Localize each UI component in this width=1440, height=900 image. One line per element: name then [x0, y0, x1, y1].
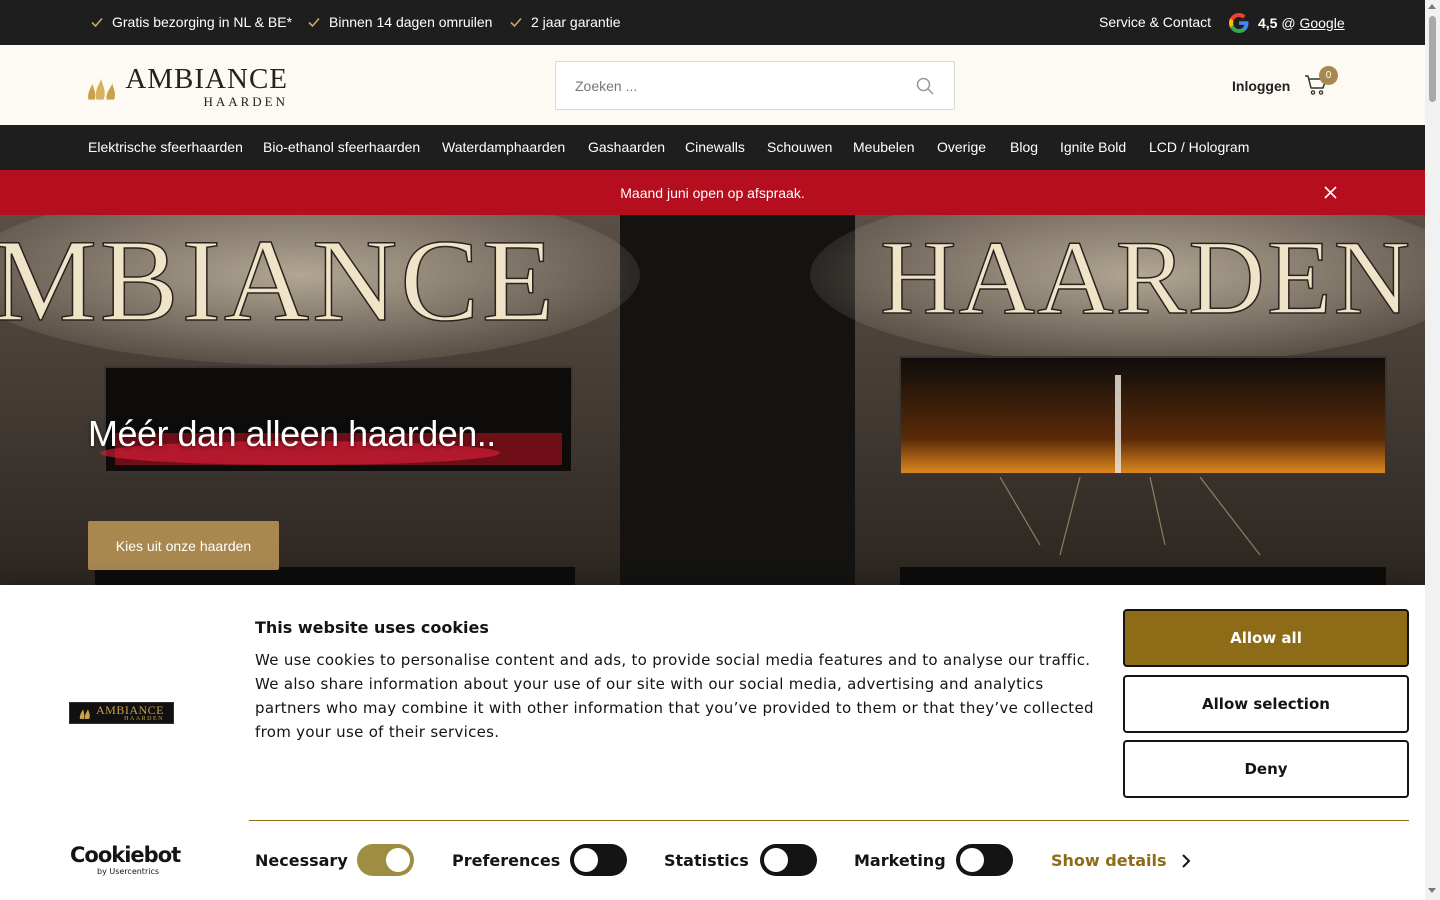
search-icon[interactable]	[916, 77, 934, 95]
cookie-title: This website uses cookies	[255, 618, 489, 637]
toggle-label-necessary: Necessary	[255, 851, 348, 870]
google-rating[interactable]: 4,5 @ Google	[1228, 12, 1345, 34]
chevron-right-icon	[1181, 853, 1190, 868]
nav-item-gashaarden[interactable]: Gashaarden	[588, 139, 665, 155]
nav-item-bio-ethanol-sfeerhaarden[interactable]: Bio-ethanol sfeerhaarden	[263, 139, 420, 155]
nav-item-blog[interactable]: Blog	[1010, 139, 1038, 155]
notice-bar: Maand juni open op afspraak.	[0, 170, 1425, 215]
site-logo[interactable]: AMBIANCE HAARDEN	[86, 62, 288, 109]
show-details-link[interactable]: Show details	[1051, 851, 1191, 870]
toggle-knob	[386, 848, 410, 872]
scroll-up-arrow[interactable]	[1428, 4, 1436, 9]
hero-banner: MBIANCE HAARDEN Méér dan alleen haarden.…	[0, 215, 1425, 585]
statistics-toggle[interactable]	[760, 844, 817, 876]
toggle-knob	[764, 848, 788, 872]
service-contact-link[interactable]: Service & Contact	[1099, 14, 1211, 30]
cookie-divider	[249, 820, 1409, 821]
toggle-label-marketing: Marketing	[854, 851, 946, 870]
cookie-logo-wordmark: AMBIANCE	[95, 703, 164, 717]
usp-item: Binnen 14 dagen omruilen	[307, 14, 492, 30]
logo-subtitle: HAARDEN	[203, 93, 288, 109]
toggle-knob	[960, 848, 984, 872]
show-details-label: Show details	[1051, 851, 1167, 870]
login-link[interactable]: Inloggen	[1232, 78, 1290, 94]
nav-item-lcd-hologram[interactable]: LCD / Hologram	[1149, 139, 1249, 155]
scroll-down-arrow[interactable]	[1428, 888, 1436, 893]
check-icon	[308, 17, 320, 28]
toggle-knob	[574, 848, 598, 872]
cookiebot-subtitle: by Usercentrics	[97, 867, 160, 876]
search-input[interactable]	[575, 74, 895, 98]
hero-cta-button[interactable]: Kies uit onze haarden	[88, 521, 279, 570]
flame-logo-icon	[88, 78, 115, 100]
rating-value: 4,5	[1258, 15, 1278, 31]
search-box	[555, 61, 955, 110]
usp-label: Gratis bezorging in NL & BE*	[112, 14, 293, 30]
usp-label: Binnen 14 dagen omruilen	[329, 14, 493, 30]
toggle-label-preferences: Preferences	[452, 851, 561, 870]
cookie-text: We use cookies to personalise content an…	[255, 651, 1094, 741]
close-icon[interactable]	[1323, 185, 1338, 200]
google-icon	[1229, 13, 1249, 33]
nav-item-elektrische-sfeerhaarden[interactable]: Elektrische sfeerhaarden	[88, 139, 243, 155]
cart-count-badge: 0	[1319, 66, 1338, 85]
notice-text: Maand juni open op afspraak.	[620, 185, 805, 201]
nav-item-ignite-bold[interactable]: Ignite Bold	[1060, 139, 1126, 155]
logo-wordmark: AMBIANCE	[125, 62, 288, 95]
main-nav: Elektrische sfeerhaarden Bio-ethanol sfe…	[0, 125, 1425, 170]
scrollbar[interactable]	[1425, 0, 1440, 900]
preferences-toggle[interactable]	[570, 844, 627, 876]
deny-button[interactable]: Deny	[1123, 740, 1409, 798]
flame-logo-icon	[79, 709, 90, 719]
scroll-thumb[interactable]	[1429, 16, 1436, 102]
nav-item-waterdamphaarden[interactable]: Waterdamphaarden	[442, 139, 565, 155]
allow-selection-button[interactable]: Allow selection	[1123, 675, 1409, 733]
rating-at: @	[1281, 15, 1296, 31]
hero-title: Méér dan alleen haarden..	[88, 413, 496, 454]
usp-label: 2 jaar garantie	[531, 14, 621, 30]
cookie-site-logo: AMBIANCE HAARDEN	[69, 702, 174, 724]
necessary-toggle[interactable]	[357, 844, 414, 876]
check-icon	[510, 17, 522, 28]
usp-item: Gratis bezorging in NL & BE*	[90, 14, 292, 30]
site-header: AMBIANCE HAARDEN Inloggen 0	[0, 45, 1425, 125]
allow-all-button[interactable]: Allow all	[1123, 609, 1409, 667]
marketing-toggle[interactable]	[956, 844, 1013, 876]
nav-item-cinewalls[interactable]: Cinewalls	[685, 139, 745, 155]
nav-item-meubelen[interactable]: Meubelen	[853, 139, 915, 155]
usp-item: 2 jaar garantie	[509, 14, 621, 30]
cookie-banner: AMBIANCE HAARDEN This website uses cooki…	[0, 585, 1425, 900]
cookiebot-wordmark: Cookiebot	[70, 843, 181, 867]
nav-item-schouwen[interactable]: Schouwen	[767, 139, 832, 155]
sign-left: MBIANCE	[0, 215, 557, 346]
rating-source[interactable]: Google	[1299, 15, 1344, 31]
cookiebot-logo[interactable]: Cookiebot by Usercentrics	[70, 843, 181, 877]
check-icon	[91, 17, 103, 28]
sign-right: HAARDEN	[880, 219, 1412, 336]
top-bar: Gratis bezorging in NL & BE* Binnen 14 d…	[0, 0, 1425, 45]
toggle-label-statistics: Statistics	[664, 851, 749, 870]
nav-item-overige[interactable]: Overige	[937, 139, 986, 155]
